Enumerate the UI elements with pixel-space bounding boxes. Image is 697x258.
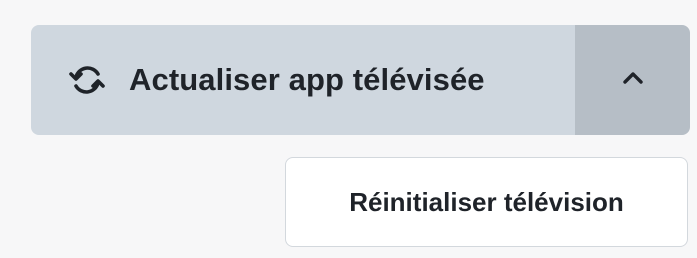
- dropdown-toggle-button[interactable]: [575, 25, 690, 135]
- page-canvas: Actualiser app télévisée Réinitialiser t…: [0, 0, 697, 258]
- chevron-up-icon: [622, 71, 644, 90]
- menu-item-reset-tv[interactable]: Réinitialiser télévision: [286, 158, 687, 246]
- dropdown-menu: Réinitialiser télévision: [285, 157, 688, 247]
- menu-item-reset-tv-label: Réinitialiser télévision: [349, 186, 624, 217]
- refresh-tv-app-label: Actualiser app télévisée: [129, 62, 485, 97]
- refresh-icon: [67, 60, 107, 100]
- refresh-tv-app-button[interactable]: Actualiser app télévisée: [31, 25, 575, 135]
- refresh-split-button: Actualiser app télévisée: [31, 25, 690, 135]
